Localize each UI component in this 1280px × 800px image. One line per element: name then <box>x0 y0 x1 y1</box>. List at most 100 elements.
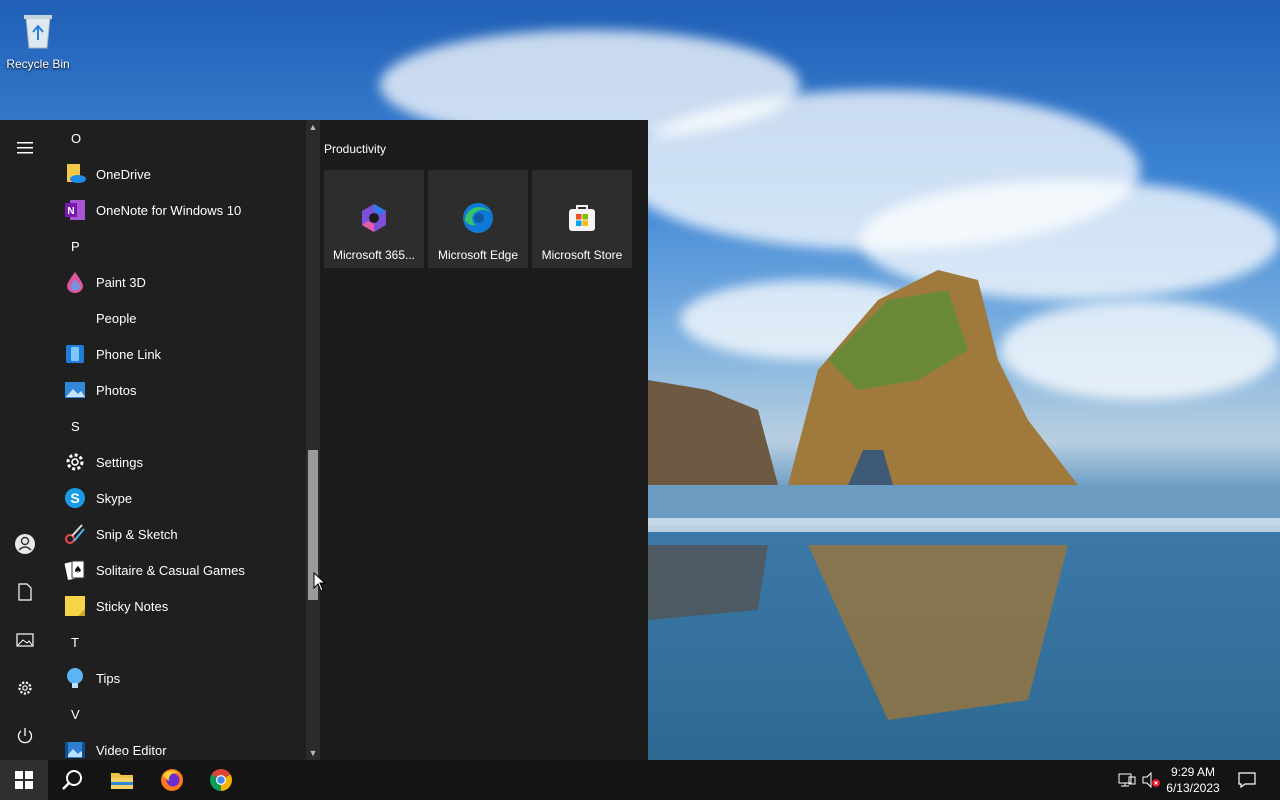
tile-label: Microsoft 365... <box>332 248 416 262</box>
edge-icon <box>463 203 493 233</box>
expand-menu-button[interactable] <box>0 128 50 168</box>
app-item-tips[interactable]: Tips <box>50 660 306 696</box>
svg-text:♠: ♠ <box>74 565 83 576</box>
tile-microsoft-store[interactable]: Microsoft Store <box>532 170 632 268</box>
app-item-photos[interactable]: Photos <box>50 372 306 408</box>
volume-tray-button[interactable] <box>1140 760 1162 800</box>
power-button[interactable] <box>0 716 50 756</box>
app-item-paint-3d[interactable]: Paint 3D <box>50 264 306 300</box>
search-button[interactable] <box>48 760 96 800</box>
taskbar-clock[interactable]: 9:29 AM 6/13/2023 <box>1160 764 1226 796</box>
app-item-onenote[interactable]: N OneNote for Windows 10 <box>50 192 306 228</box>
app-label: Tips <box>96 670 121 686</box>
chrome-button[interactable] <box>197 760 245 800</box>
app-item-settings[interactable]: Settings <box>50 444 306 480</box>
letter-label: O <box>71 130 82 146</box>
start-rail <box>0 120 50 760</box>
letter-header-o[interactable]: O <box>50 120 306 156</box>
user-icon <box>15 534 35 554</box>
app-label: Paint 3D <box>96 274 146 290</box>
app-item-snip-sketch[interactable]: Snip & Sketch <box>50 516 306 552</box>
solitaire-icon: ♠ <box>64 559 86 581</box>
letter-header-p[interactable]: P <box>50 228 306 264</box>
taskbar: 9:29 AM 6/13/2023 <box>0 760 1280 800</box>
start-button[interactable] <box>0 760 48 800</box>
app-item-solitaire[interactable]: ♠ Solitaire & Casual Games <box>50 552 306 588</box>
phone-link-icon <box>64 343 86 365</box>
app-item-onedrive[interactable]: OneDrive <box>50 156 306 192</box>
documents-button[interactable] <box>0 572 50 612</box>
app-item-sticky-notes[interactable]: Sticky Notes <box>50 588 306 624</box>
skype-icon: S <box>64 487 86 509</box>
app-label: Photos <box>96 382 137 398</box>
tiles-area: Productivity Microsoft 365... Microsoft … <box>320 120 648 760</box>
app-list: O OneDrive N OneNote for Windows 10 P Pa… <box>50 120 306 760</box>
people-icon <box>64 307 86 329</box>
chrome-icon <box>210 769 232 791</box>
settings-icon <box>18 681 32 695</box>
pictures-button[interactable] <box>0 620 50 660</box>
photos-icon <box>64 379 86 401</box>
scroll-up-arrow-icon[interactable]: ▲ <box>306 120 320 134</box>
app-label: Video Editor <box>96 742 167 758</box>
rock-island-image <box>648 270 1280 720</box>
firefox-button[interactable] <box>148 760 196 800</box>
sticky-notes-icon <box>64 595 86 617</box>
power-icon <box>17 728 33 744</box>
network-icon <box>1118 773 1136 787</box>
app-label: People <box>96 310 137 326</box>
app-label: Solitaire & Casual Games <box>96 562 245 578</box>
account-button[interactable] <box>0 524 50 564</box>
letter-label: T <box>71 634 79 650</box>
clock-date: 6/13/2023 <box>1166 781 1220 795</box>
app-label: Snip & Sketch <box>96 526 178 542</box>
app-label: OneDrive <box>96 166 151 182</box>
app-item-phone-link[interactable]: Phone Link <box>50 336 306 372</box>
onedrive-icon <box>64 163 86 185</box>
start-icon <box>15 771 33 789</box>
settings-icon <box>64 451 86 473</box>
tips-icon <box>64 667 86 689</box>
documents-icon <box>18 583 32 601</box>
app-label: Skype <box>96 490 133 506</box>
file-explorer-button[interactable] <box>98 760 146 800</box>
video-editor-icon <box>64 739 86 760</box>
letter-label: V <box>71 706 80 722</box>
pictures-icon <box>16 633 34 647</box>
app-item-video-editor[interactable]: Video Editor <box>50 732 306 760</box>
action-center-button[interactable] <box>1232 760 1262 800</box>
scroll-down-arrow-icon[interactable]: ▼ <box>306 746 320 760</box>
settings-rail-button[interactable] <box>0 668 50 708</box>
app-label: Settings <box>96 454 143 470</box>
tile-microsoft-365[interactable]: Microsoft 365... <box>324 170 424 268</box>
letter-label: S <box>71 418 80 434</box>
letter-label: P <box>71 238 80 254</box>
app-label: Phone Link <box>96 346 162 362</box>
letter-header-t[interactable]: T <box>50 624 306 660</box>
volume-muted-icon <box>1142 772 1160 788</box>
tile-microsoft-edge[interactable]: Microsoft Edge <box>428 170 528 268</box>
snip-sketch-icon <box>64 523 86 545</box>
mouse-cursor-icon <box>313 572 327 592</box>
tile-label: Microsoft Store <box>541 248 623 262</box>
tile-group-title[interactable]: Productivity <box>324 142 386 156</box>
file-explorer-icon <box>111 773 133 789</box>
svg-text:N: N <box>67 206 74 217</box>
letter-header-s[interactable]: S <box>50 408 306 444</box>
app-label: Sticky Notes <box>96 598 169 614</box>
letter-header-v[interactable]: V <box>50 696 306 732</box>
clock-time: 9:29 AM <box>1170 765 1216 779</box>
action-center-icon <box>1238 772 1256 788</box>
app-list-scrollbar[interactable]: ▲ ▼ <box>306 120 320 760</box>
desktop-icon-label: Recycle Bin <box>6 57 70 71</box>
store-icon <box>569 205 595 231</box>
app-label: OneNote for Windows 10 <box>96 202 242 218</box>
microsoft365-icon <box>362 204 386 232</box>
recycle-bin-icon <box>24 15 52 49</box>
paint3d-icon <box>64 271 86 293</box>
desktop-icon-recycle-bin[interactable]: Recycle Bin <box>6 6 70 71</box>
svg-text:S: S <box>70 490 79 506</box>
network-tray-button[interactable] <box>1116 760 1138 800</box>
app-item-skype[interactable]: S Skype <box>50 480 306 516</box>
app-item-people[interactable]: People <box>50 300 306 336</box>
